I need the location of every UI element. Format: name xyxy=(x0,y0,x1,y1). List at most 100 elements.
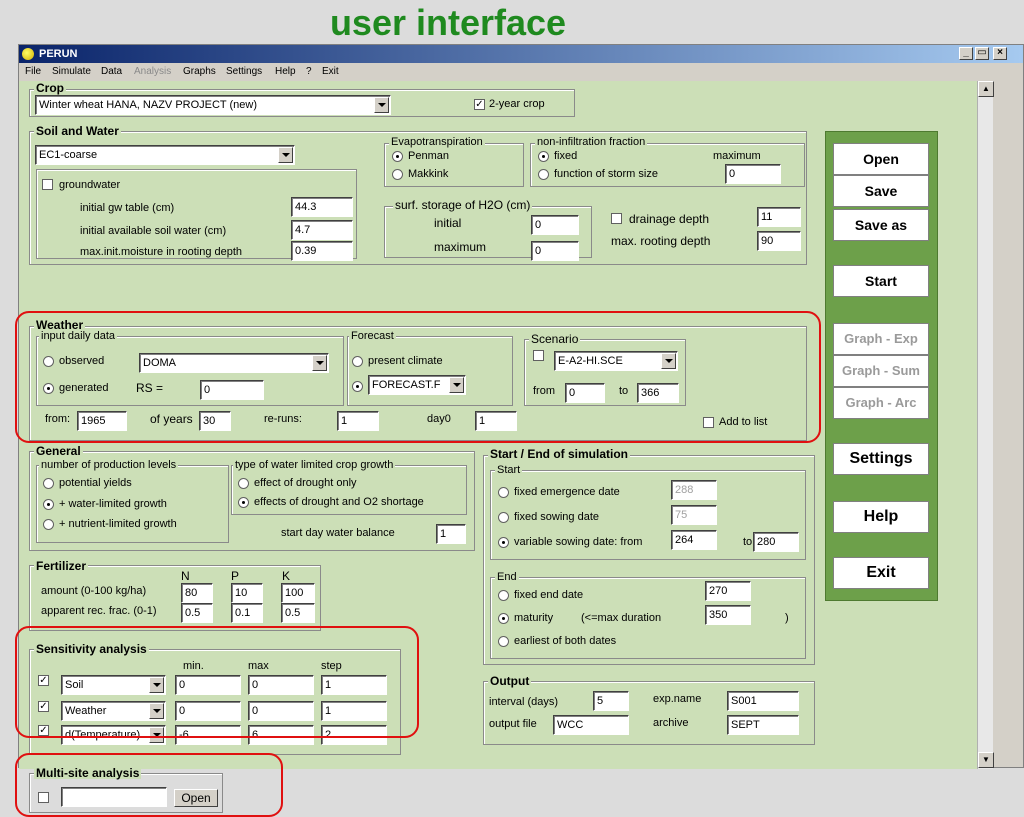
fixed-end-input[interactable]: 270 xyxy=(705,581,751,601)
maturity-radio[interactable] xyxy=(498,613,509,624)
drought-only-radio[interactable] xyxy=(238,478,249,489)
water-type-label: type of water limited crop growth xyxy=(233,459,396,471)
penman-label: Penman xyxy=(408,150,449,162)
earliest-radio[interactable] xyxy=(498,636,509,647)
scroll-down-icon[interactable]: ▼ xyxy=(978,752,994,768)
avail-water-input[interactable]: 4.7 xyxy=(291,220,353,240)
menu-settings[interactable]: Settings xyxy=(226,64,262,80)
rooting-input[interactable]: 90 xyxy=(757,231,801,251)
sowing-label: fixed sowing date xyxy=(514,511,599,523)
emergence-label: fixed emergence date xyxy=(514,486,620,498)
gw-table-input[interactable]: 44.3 xyxy=(291,197,353,217)
drainage-input[interactable]: 11 xyxy=(757,207,801,227)
water-limited-radio[interactable] xyxy=(43,499,54,510)
max-duration-input[interactable]: 350 xyxy=(705,605,751,625)
n-rec-input[interactable]: 0.5 xyxy=(181,603,213,623)
variable-to-input[interactable]: 280 xyxy=(753,532,799,552)
drought-o2-label: effects of drought and O2 shortage xyxy=(254,496,424,508)
expname-input[interactable]: S001 xyxy=(727,691,799,711)
p-rec-input[interactable]: 0.1 xyxy=(231,603,263,623)
drought-o2-radio[interactable] xyxy=(238,497,249,508)
start-day-label: start day water balance xyxy=(281,527,395,539)
scroll-up-icon[interactable]: ▲ xyxy=(978,81,994,97)
variable-sowing-radio[interactable] xyxy=(498,537,509,548)
sowing-input[interactable]: 75 xyxy=(671,505,717,525)
save-button[interactable]: Save xyxy=(833,175,929,207)
menu-bar: File Simulate Data Analysis Graphs Setti… xyxy=(19,64,1023,80)
interval-label: interval (days) xyxy=(489,696,559,708)
vertical-scrollbar[interactable]: ▲ ▼ xyxy=(977,81,994,769)
fertilizer-group xyxy=(29,565,321,631)
k-rec-input[interactable]: 0.5 xyxy=(281,603,315,623)
graph-sum-button[interactable]: Graph - Sum xyxy=(833,355,929,387)
drainage-checkbox[interactable] xyxy=(611,213,622,224)
rec-label: apparent rec. frac. (0-1) xyxy=(41,605,157,617)
maturity-label: maturity xyxy=(514,612,554,624)
menu-data[interactable]: Data xyxy=(101,64,122,80)
exit-button[interactable]: Exit xyxy=(833,557,929,589)
crop-label: Crop xyxy=(34,81,66,95)
noninf-input[interactable]: 0 xyxy=(725,164,781,184)
chevron-down-icon[interactable] xyxy=(374,97,389,113)
slide-title: user interface xyxy=(329,2,567,43)
emergence-radio[interactable] xyxy=(498,487,509,498)
sowing-radio[interactable] xyxy=(498,512,509,523)
water-limited-label: + water-limited growth xyxy=(59,498,167,510)
soil-select[interactable]: EC1-coarse xyxy=(35,145,295,165)
graph-exp-button[interactable]: Graph - Exp xyxy=(833,323,929,355)
drainage-label: drainage depth xyxy=(629,212,710,226)
menu-file[interactable]: File xyxy=(25,64,41,80)
variable-sowing-label: variable sowing date: from xyxy=(514,536,643,548)
menu-help[interactable]: Help xyxy=(275,64,296,80)
two-year-checkbox[interactable] xyxy=(474,99,485,110)
menu-simulate[interactable]: Simulate xyxy=(52,64,91,80)
help-button[interactable]: Help xyxy=(833,501,929,533)
restore-icon[interactable]: ▭ xyxy=(975,47,989,60)
penman-radio[interactable] xyxy=(392,151,403,162)
evap-group xyxy=(384,143,524,187)
groundwater-checkbox[interactable] xyxy=(42,179,53,190)
fixed-radio[interactable] xyxy=(538,151,549,162)
n-label: N xyxy=(181,569,190,583)
menu-graphs[interactable]: Graphs xyxy=(183,64,216,80)
output-file-input[interactable]: WCC xyxy=(553,715,629,735)
max-duration-label: (<=max duration xyxy=(581,612,662,624)
save-as-button[interactable]: Save as xyxy=(833,209,929,241)
k-amount-input[interactable]: 100 xyxy=(281,583,315,603)
fixed-end-radio[interactable] xyxy=(498,590,509,601)
storm-radio[interactable] xyxy=(538,169,549,180)
minimize-icon[interactable]: _ xyxy=(959,47,973,60)
archive-input[interactable]: SEPT xyxy=(727,715,799,735)
groundwater-label: groundwater xyxy=(59,179,121,191)
maximum-storage-input[interactable]: 0 xyxy=(531,241,579,261)
open-button[interactable]: Open xyxy=(833,143,929,175)
graph-arc-button[interactable]: Graph - Arc xyxy=(833,387,929,419)
potential-radio[interactable] xyxy=(43,478,54,489)
moisture-input[interactable]: 0.39 xyxy=(291,241,353,261)
variable-from-input[interactable]: 264 xyxy=(671,530,717,550)
makkink-radio[interactable] xyxy=(392,169,403,180)
potential-label: potential yields xyxy=(59,477,132,489)
interval-input[interactable]: 5 xyxy=(593,691,629,711)
menu-exit[interactable]: Exit xyxy=(322,64,339,80)
nutrient-limited-radio[interactable] xyxy=(43,519,54,530)
app-icon xyxy=(22,48,34,60)
p-amount-input[interactable]: 10 xyxy=(231,583,263,603)
initial-label: initial xyxy=(434,216,462,230)
menu-about[interactable]: ? xyxy=(306,64,312,80)
start-day-input[interactable]: 1 xyxy=(436,524,466,544)
multisite-highlight xyxy=(15,753,283,817)
sensitivity-highlight xyxy=(15,626,419,738)
close-icon[interactable]: × xyxy=(993,47,1007,60)
start-button[interactable]: Start xyxy=(833,265,929,297)
two-year-label: 2-year crop xyxy=(489,98,545,110)
k-label: K xyxy=(282,569,291,583)
startend-label: Start / End of simulation xyxy=(488,447,631,461)
settings-button[interactable]: Settings xyxy=(833,443,929,475)
initial-input[interactable]: 0 xyxy=(531,215,579,235)
crop-select[interactable]: Winter wheat HANA, NAZV PROJECT (new) xyxy=(35,95,391,115)
n-amount-input[interactable]: 80 xyxy=(181,583,213,603)
end-label: End xyxy=(495,571,519,583)
chevron-down-icon[interactable] xyxy=(278,147,293,163)
emergence-input[interactable]: 288 xyxy=(671,480,717,500)
